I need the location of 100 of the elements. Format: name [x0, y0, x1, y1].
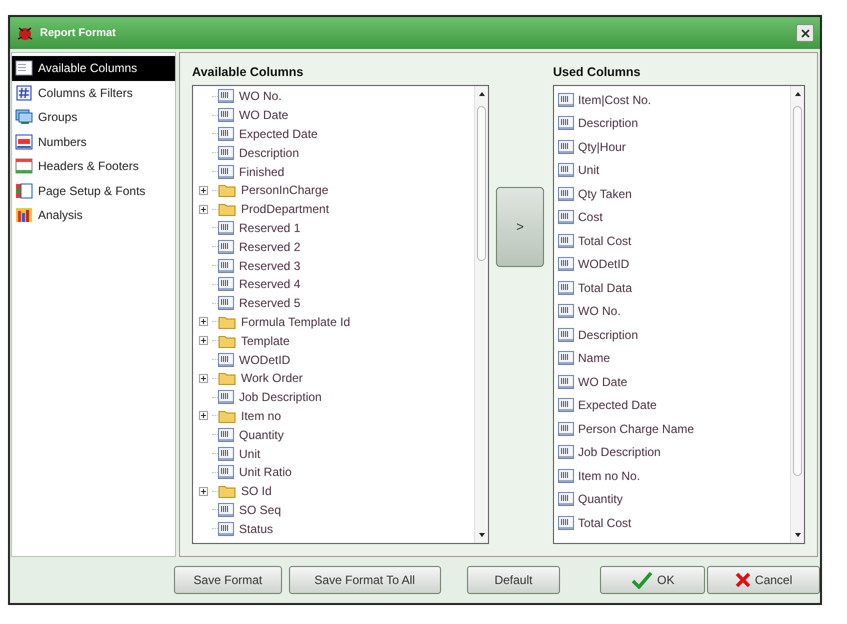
close-icon	[734, 572, 751, 588]
column-icon	[218, 428, 234, 442]
expand-icon[interactable]	[199, 374, 208, 383]
sidebar-item[interactable]: Numbers	[12, 130, 175, 154]
folder-icon	[218, 314, 236, 329]
hash-icon	[15, 84, 33, 101]
column-icon	[218, 522, 234, 536]
tree-item[interactable]: Reserved 1	[199, 218, 474, 238]
column-icon	[558, 280, 574, 295]
tree-item[interactable]: WO No.	[199, 87, 474, 106]
list-item[interactable]: WODetID	[558, 252, 790, 276]
list-item[interactable]: Qty Taken	[558, 182, 790, 206]
column-icon	[218, 502, 234, 517]
scroll-thumb[interactable]	[477, 106, 486, 261]
list-item[interactable]: Job Description	[558, 440, 790, 464]
expand-icon[interactable]	[199, 336, 208, 346]
sidebar-item[interactable]: Headers & Footers	[12, 154, 175, 178]
scrollbar[interactable]	[790, 86, 804, 543]
tree-item[interactable]: Unit	[199, 444, 474, 463]
column-icon	[218, 126, 234, 141]
tree-item[interactable]: PersonInCharge	[199, 180, 474, 200]
list-item[interactable]: Unit	[558, 158, 790, 182]
column-icon	[558, 422, 574, 436]
column-icon	[558, 92, 574, 107]
scroll-up-icon[interactable]	[478, 91, 486, 97]
column-icon	[218, 296, 234, 310]
sidebar-item[interactable]: Groups	[12, 105, 175, 130]
list-item[interactable]: Total Data	[558, 276, 790, 300]
tree-item[interactable]: Description	[199, 143, 474, 162]
column-icon	[558, 516, 574, 530]
list-item[interactable]: Total Cost	[558, 229, 790, 252]
tree-item[interactable]: Formula Template Id	[199, 312, 474, 332]
scrollbar[interactable]	[474, 86, 488, 543]
list-item[interactable]: Qty|Hour	[558, 135, 790, 158]
folder-icon	[218, 408, 236, 423]
list-item[interactable]: Item no No.	[558, 464, 790, 488]
tree-item[interactable]: SO Seq	[199, 500, 474, 520]
tree-item[interactable]: Job Description	[199, 388, 474, 407]
folder-icon	[218, 334, 236, 348]
tree-item[interactable]: Finished	[199, 162, 474, 181]
tree-item[interactable]: Item no	[199, 406, 474, 426]
list-item[interactable]: WO Date	[558, 370, 790, 394]
tree-item[interactable]: Unit Ratio	[199, 462, 474, 482]
sidebar-item[interactable]: Available Columns	[12, 56, 175, 80]
column-icon	[218, 240, 234, 254]
column-icon	[558, 374, 574, 389]
list-item[interactable]: WO No.	[558, 300, 790, 323]
expand-icon[interactable]	[199, 204, 208, 214]
column-icon	[558, 116, 574, 130]
column-icon	[218, 220, 234, 235]
tree-item[interactable]: Status	[199, 519, 474, 538]
list-item[interactable]: Quantity	[558, 488, 790, 511]
ok-button[interactable]: OK	[600, 566, 706, 594]
scroll-up-icon[interactable]	[794, 91, 802, 97]
list-item[interactable]: Item|Cost No.	[558, 88, 790, 112]
tree-item[interactable]: Reserved 3	[199, 256, 474, 275]
list-item[interactable]: Person Charge Name	[558, 417, 790, 440]
tree-item[interactable]: Reserved 4	[199, 274, 474, 294]
list-item[interactable]: Expected Date	[558, 394, 790, 417]
tree-item[interactable]: Work Order	[199, 368, 474, 388]
tree-item[interactable]: Expected Date	[199, 124, 474, 144]
column-icon	[558, 328, 574, 342]
tree-item[interactable]: Reserved 2	[199, 237, 474, 256]
numbers-icon	[15, 134, 33, 150]
cancel-button[interactable]: Cancel	[707, 566, 820, 594]
tree-item[interactable]: Reserved 5	[199, 294, 474, 313]
dialog-button[interactable]: Save Format	[174, 566, 282, 594]
list-item[interactable]: Name	[558, 346, 790, 370]
section-title: Used Columns	[553, 64, 642, 81]
close-button[interactable]	[796, 24, 814, 42]
scroll-thumb[interactable]	[793, 106, 802, 476]
monitor-icon	[15, 109, 33, 126]
scroll-down-icon[interactable]	[794, 532, 802, 538]
tree-item[interactable]: ProdDepartment	[199, 200, 474, 219]
list-item[interactable]: Cost	[558, 206, 790, 229]
folder-icon	[218, 183, 236, 198]
add-column-button[interactable]: >	[496, 187, 544, 267]
tree-item[interactable]: WODetID	[199, 350, 474, 369]
list-item[interactable]: Description	[558, 323, 790, 346]
sidebar-item[interactable]: Columns & Filters	[12, 80, 175, 105]
column-icon	[218, 89, 234, 104]
list-item[interactable]: Description	[558, 112, 790, 135]
column-icon	[558, 186, 574, 201]
tree-item[interactable]: SO Id	[199, 482, 474, 501]
dialog-button[interactable]: Save Format To All	[288, 566, 441, 594]
tree-item[interactable]: WO Date	[199, 106, 474, 125]
tree-item[interactable]: Quantity	[199, 425, 474, 444]
expand-icon[interactable]	[199, 486, 208, 496]
scroll-down-icon[interactable]	[478, 532, 486, 538]
expand-icon[interactable]	[199, 411, 208, 420]
tree-item[interactable]: Template	[199, 331, 474, 350]
sidebar-item[interactable]: Page Setup & Fonts	[12, 178, 175, 203]
expand-icon[interactable]	[199, 186, 208, 195]
column-icon	[218, 258, 234, 273]
list-icon	[15, 60, 33, 76]
expand-icon[interactable]	[199, 317, 208, 326]
dialog-button[interactable]: Default	[466, 566, 560, 594]
list-item[interactable]: Total Cost	[558, 511, 790, 534]
folder-icon	[218, 484, 236, 498]
sidebar-item[interactable]: Analysis	[12, 203, 175, 228]
